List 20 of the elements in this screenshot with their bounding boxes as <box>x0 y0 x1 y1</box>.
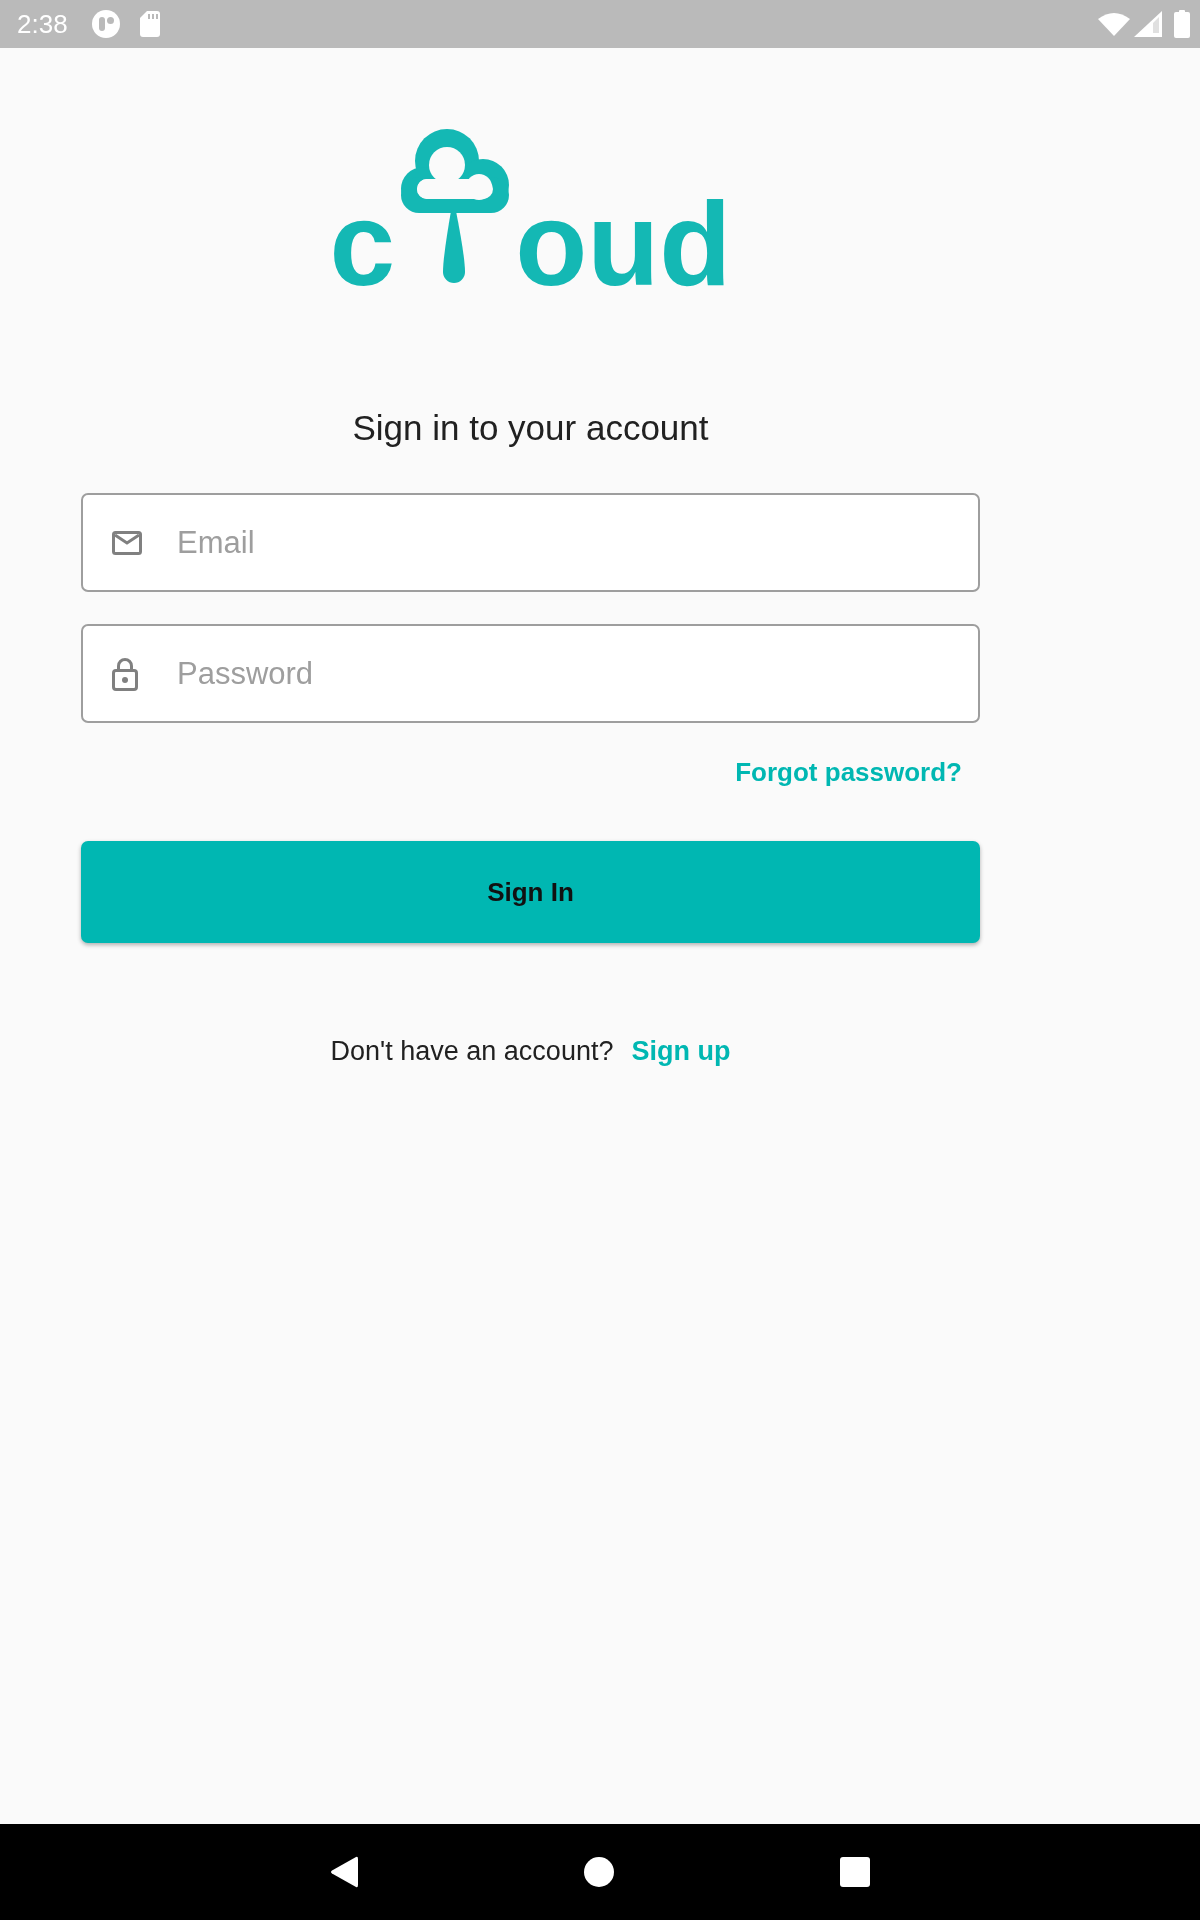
logo-text: c <box>329 188 396 301</box>
logo-text: oud <box>515 188 732 301</box>
forgot-password-link[interactable]: Forgot password? <box>735 757 962 787</box>
app-notification-icon <box>91 10 120 38</box>
sign-up-link[interactable]: Sign up <box>631 1035 731 1067</box>
password-field[interactable]: Password <box>81 624 980 723</box>
heading: Sign in to your account <box>351 408 710 448</box>
battery-icon <box>1174 10 1190 38</box>
wifi-icon <box>1098 12 1130 36</box>
mail-icon <box>112 530 142 555</box>
status-time: 2:38 <box>17 9 68 39</box>
email-field[interactable]: Email <box>81 493 980 592</box>
home-icon[interactable] <box>584 1857 614 1887</box>
sign-in-button[interactable]: Sign In <box>81 841 980 943</box>
lock-icon <box>112 656 138 691</box>
cloud-logo-icon <box>401 127 510 285</box>
signal-icon <box>1134 11 1162 37</box>
back-icon[interactable] <box>330 1856 358 1888</box>
sd-card-icon <box>139 11 160 37</box>
signup-prompt: Don't have an account? <box>330 1035 614 1067</box>
